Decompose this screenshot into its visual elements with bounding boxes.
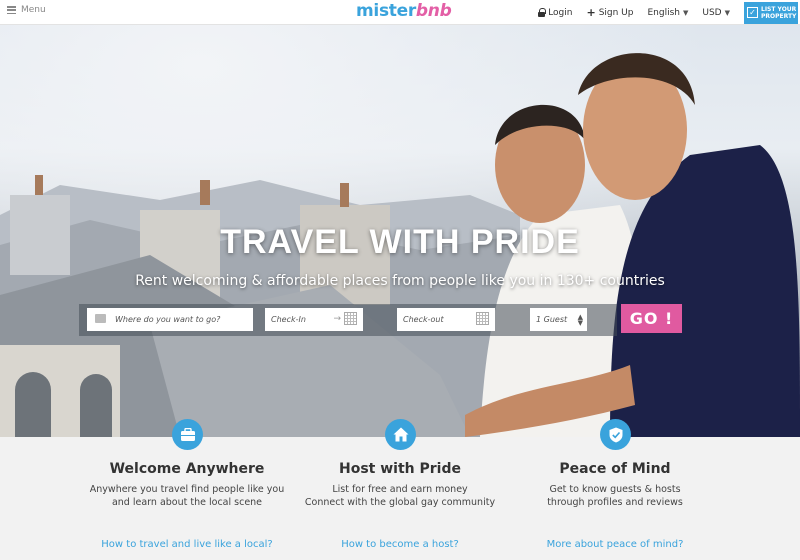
language-label: English	[647, 7, 680, 18]
list-property-label: LIST YOUR PROPERTY	[761, 5, 797, 20]
chevron-down-icon: ▼	[724, 8, 730, 17]
currency-label: USD	[702, 7, 722, 18]
checkout-placeholder: Check-out	[403, 315, 444, 324]
guests-value: 1 Guest	[536, 315, 568, 324]
guests-select[interactable]: 1 Guest ▲ ▼	[530, 308, 587, 331]
hamburger-icon	[7, 6, 16, 14]
feature-description-line: Get to know guests & hosts	[549, 484, 681, 495]
login-link[interactable]: Login	[538, 8, 572, 18]
logo-text-bnb: bnb	[415, 1, 452, 21]
signup-label: Sign Up	[598, 7, 634, 18]
feature-title: Peace of Mind	[559, 461, 671, 477]
destination-input[interactable]: Where do you want to go?	[87, 308, 253, 331]
feature-description: Get to know guests & hosts through profi…	[485, 483, 745, 509]
logo-text-mister: mister	[356, 1, 416, 21]
plus-icon: +	[586, 6, 596, 19]
suitcase-icon	[95, 314, 106, 323]
destination-placeholder: Where do you want to go?	[115, 315, 221, 324]
checkin-placeholder: Check-In	[271, 315, 306, 324]
hero-title: TRAVEL WITH PRIDE	[220, 223, 580, 261]
select-arrows-icon: ▲ ▼	[577, 312, 583, 327]
nav-right: Login + Sign Up English ▼ USD ▼ ✓ LIST Y…	[538, 0, 800, 25]
feature-description-line: through profiles and reviews	[547, 497, 683, 508]
lock-icon	[538, 8, 547, 17]
top-navigation: Menu misterbnb Login + Sign Up English ▼…	[0, 0, 800, 25]
menu-label: Menu	[21, 5, 46, 15]
suitcase-icon	[172, 419, 203, 450]
login-label: Login	[548, 7, 573, 18]
home-icon	[385, 419, 416, 450]
currency-dropdown[interactable]: USD ▼	[702, 8, 730, 18]
hero-banner: TRAVEL WITH PRIDE Rent welcoming & affor…	[0, 25, 800, 437]
features-section: Welcome Anywhere Anywhere you travel fin…	[0, 419, 800, 560]
go-button[interactable]: GO !	[621, 304, 682, 333]
checkin-input[interactable]: Check-In →	[265, 308, 363, 331]
list-property-button[interactable]: ✓ LIST YOUR PROPERTY	[744, 1, 798, 24]
menu-button[interactable]: Menu	[7, 5, 46, 15]
shield-check-icon	[600, 419, 631, 450]
arrow-right-icon: →	[333, 314, 341, 324]
hero-subtitle: Rent welcoming & affordable places from …	[135, 273, 665, 289]
chevron-down-icon: ▼	[682, 8, 689, 17]
language-dropdown[interactable]: English ▼	[647, 8, 688, 18]
search-bar: Where do you want to go? Check-In → Chec…	[79, 304, 617, 336]
calendar-icon[interactable]	[476, 312, 489, 325]
checkout-input[interactable]: Check-out	[397, 308, 495, 331]
signup-link[interactable]: + Sign Up	[586, 6, 634, 19]
feature-link[interactable]: More about peace of mind?	[485, 539, 745, 550]
checkbox-icon: ✓	[747, 7, 758, 18]
logo[interactable]: misterbnb	[356, 1, 452, 21]
calendar-icon[interactable]	[344, 312, 357, 325]
